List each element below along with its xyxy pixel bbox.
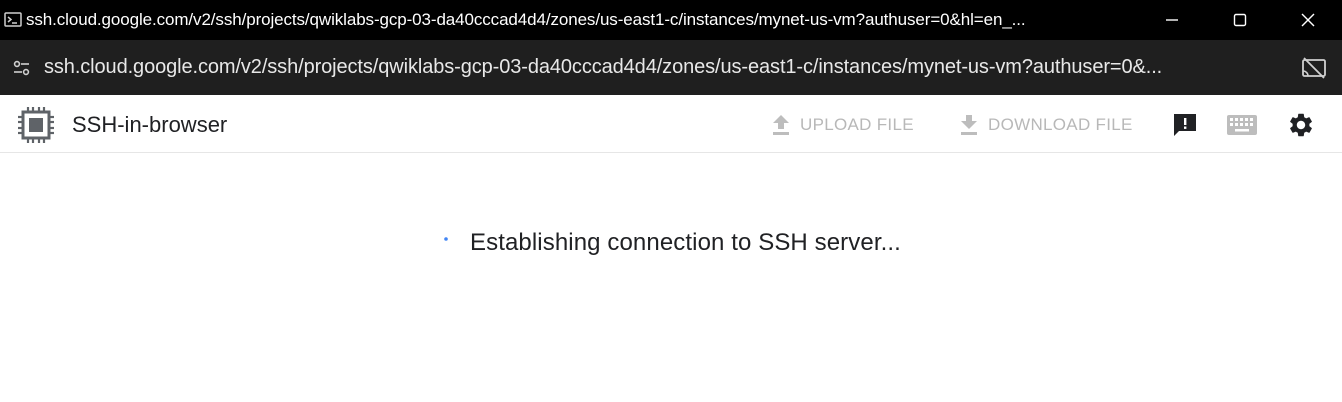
download-icon: [961, 115, 977, 135]
site-info-button[interactable]: [0, 40, 44, 95]
window-controls: [1138, 0, 1342, 40]
cast-off-icon: [1302, 57, 1326, 79]
maximize-button[interactable]: [1206, 0, 1274, 40]
status-message: Establishing connection to SSH server...: [470, 229, 901, 256]
window-title: ssh.cloud.google.com/v2/ssh/projects/qwi…: [26, 10, 1026, 29]
download-file-label: DOWNLOAD FILE: [988, 115, 1133, 134]
minimize-icon: [1166, 19, 1178, 21]
spinner-icon: [444, 237, 448, 241]
minimize-button[interactable]: [1138, 0, 1206, 40]
chip-icon: [18, 107, 54, 143]
feedback-button[interactable]: [1169, 109, 1201, 141]
close-button[interactable]: [1274, 0, 1342, 40]
keyboard-icon: [1227, 115, 1257, 135]
connection-status: Establishing connection to SSH server...: [440, 229, 901, 257]
upload-icon: [773, 115, 789, 135]
app-toolbar: SSH-in-browser UPLOAD FILE DOWNLOAD FILE: [0, 95, 1342, 153]
download-file-button[interactable]: DOWNLOAD FILE: [958, 111, 1133, 139]
settings-button[interactable]: [1285, 109, 1317, 141]
address-bar: ssh.cloud.google.com/v2/ssh/projects/qwi…: [0, 40, 1342, 95]
keyboard-button[interactable]: [1226, 109, 1258, 141]
cast-off-button[interactable]: [1300, 54, 1328, 82]
upload-file-button[interactable]: UPLOAD FILE: [770, 111, 914, 139]
terminal-app-icon: [0, 0, 26, 40]
upload-file-label: UPLOAD FILE: [800, 115, 914, 134]
feedback-icon: [1174, 114, 1196, 136]
terminal-area: Establishing connection to SSH server...: [0, 153, 1342, 402]
gear-icon: [1290, 113, 1312, 137]
app-title: SSH-in-browser: [72, 112, 228, 137]
maximize-icon: [1233, 13, 1247, 27]
url-field[interactable]: ssh.cloud.google.com/v2/ssh/projects/qwi…: [44, 56, 1274, 79]
close-icon: [1301, 13, 1315, 27]
site-info-icon: [13, 60, 30, 75]
window-titlebar: ssh.cloud.google.com/v2/ssh/projects/qwi…: [0, 0, 1342, 40]
